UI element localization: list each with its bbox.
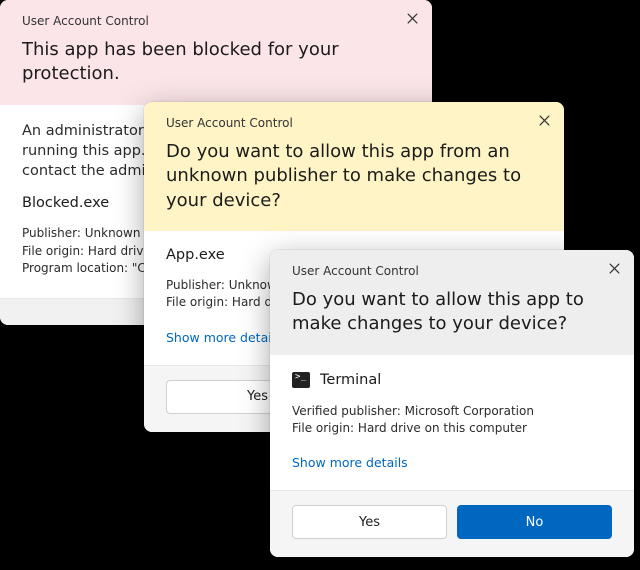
dialog-body: Terminal Verified publisher: Microsoft C… [270, 355, 634, 491]
uac-title: User Account Control [166, 116, 542, 130]
app-name: Terminal [320, 372, 381, 388]
close-icon [539, 115, 550, 130]
no-button[interactable]: No [457, 505, 612, 539]
dialog-header: User Account Control This app has been b… [0, 0, 432, 105]
close-button[interactable] [398, 6, 426, 34]
close-button[interactable] [530, 108, 558, 136]
show-more-link[interactable]: Show more details [292, 455, 408, 470]
dialog-headline: Do you want to allow this app from an un… [166, 140, 526, 213]
dialog-headline: Do you want to allow this app to make ch… [292, 288, 602, 337]
dialog-header: User Account Control Do you want to allo… [270, 250, 634, 355]
terminal-icon [292, 371, 310, 389]
close-button[interactable] [600, 256, 628, 284]
meta-origin: File origin: Hard drive on this computer [292, 420, 612, 437]
button-row: Yes No [270, 490, 634, 557]
show-more-link[interactable]: Show more details [166, 330, 282, 345]
close-icon [609, 263, 620, 278]
uac-title: User Account Control [22, 14, 410, 28]
dialog-header: User Account Control Do you want to allo… [144, 102, 564, 231]
meta-publisher: Verified publisher: Microsoft Corporatio… [292, 403, 612, 420]
dialog-headline: This app has been blocked for your prote… [22, 38, 382, 87]
close-icon [407, 13, 418, 28]
yes-button[interactable]: Yes [292, 505, 447, 539]
uac-dialog-verified: User Account Control Do you want to allo… [270, 250, 634, 557]
app-name-row: Terminal [292, 371, 612, 389]
uac-title: User Account Control [292, 264, 612, 278]
